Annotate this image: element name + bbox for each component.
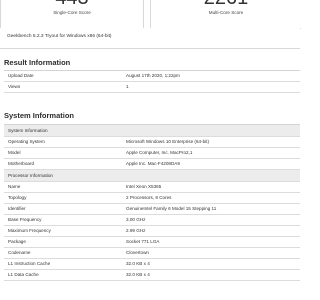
- row-value: 2 Processors, 8 Cores: [126, 195, 172, 200]
- row-key: Codename: [8, 250, 31, 255]
- single-core-score-label: Single-Core Score: [53, 10, 91, 15]
- table-row: Model Apple Computer, Inc. MacPro2,1: [4, 148, 300, 159]
- table-row: Name Intel Xeon X5365: [4, 182, 300, 193]
- multi-core-score-card: 2261 Multi-Core Score: [150, 0, 301, 29]
- row-key: Identifier: [8, 206, 26, 211]
- row-key: Upload Date: [8, 73, 34, 78]
- single-core-score-value: 443: [1, 0, 143, 8]
- table-row: Codename Clovertown: [4, 248, 300, 259]
- multi-core-score-value: 2261: [151, 0, 301, 8]
- row-key: Operating System: [8, 139, 45, 144]
- row-key: Topology: [8, 195, 27, 200]
- row-value: 3.00 GHz: [126, 217, 146, 222]
- multi-core-score-label: Multi-Core Score: [208, 10, 244, 15]
- row-key: L1 Instruction Cache: [8, 261, 51, 266]
- table-row: L1 Instruction Cache 32.0 KB x 4: [4, 259, 300, 270]
- score-row: 443 Single-Core Score 2261 Multi-Core Sc…: [0, 0, 301, 29]
- table-row: Motherboard Apple Inc. Mac-F4208DA9: [4, 159, 300, 170]
- row-key: L1 Data Cache: [8, 272, 39, 277]
- result-information-table: Upload Date August 17th 2020, 1:22pm Vie…: [4, 70, 300, 93]
- table-row: Operating System Microsoft Windows 10 En…: [4, 137, 300, 148]
- row-value: 2.99 GHz: [126, 228, 146, 233]
- row-value: 32.0 KB x 4: [126, 272, 150, 277]
- result-information-heading: Result Information: [4, 58, 71, 67]
- table-row: Package Socket 771 LGA: [4, 237, 300, 248]
- row-key: Views: [8, 84, 21, 89]
- section-title: Processor Information: [8, 173, 53, 178]
- row-value: Apple Inc. Mac-F4208DA9: [126, 161, 180, 166]
- system-information-table: System Information Operating System Micr…: [4, 124, 300, 281]
- row-value: 1: [126, 84, 129, 89]
- table-row: Maximum Frequency 2.99 GHz: [4, 226, 300, 237]
- table-row: Upload Date August 17th 2020, 1:22pm: [4, 71, 300, 82]
- table-row: Views 1: [4, 82, 300, 93]
- row-value: Apple Computer, Inc. MacPro2,1: [126, 150, 193, 155]
- table-row: Base Frequency 3.00 GHz: [4, 215, 300, 226]
- system-information-section-header: System Information: [4, 125, 300, 137]
- table-row: L1 Data Cache 32.0 KB x 4: [4, 270, 300, 281]
- row-key: Motherboard: [8, 161, 35, 166]
- row-value: GenuineIntel Family 6 Model 15 Stepping …: [126, 206, 217, 211]
- row-key: Name: [8, 184, 21, 189]
- tryout-box: Geekbench 5.2.3 Tryout for Windows x86 (…: [0, 28, 300, 49]
- row-value: August 17th 2020, 1:22pm: [126, 73, 180, 78]
- row-value: Intel Xeon X5365: [126, 184, 162, 189]
- row-key: Maximum Frequency: [8, 228, 51, 233]
- section-title: System Information: [8, 128, 48, 133]
- processor-information-section-header: Processor Information: [4, 170, 300, 182]
- table-row: Identifier GenuineIntel Family 6 Model 1…: [4, 204, 300, 215]
- row-value: Clovertown: [126, 250, 149, 255]
- system-information-heading: System Information: [4, 111, 75, 120]
- table-row: Topology 2 Processors, 8 Cores: [4, 193, 300, 204]
- row-value: 32.0 KB x 4: [126, 261, 150, 266]
- row-value: Socket 771 LGA: [126, 239, 160, 244]
- row-key: Base Frequency: [8, 217, 42, 222]
- row-key: Package: [8, 239, 26, 244]
- tryout-text: Geekbench 5.2.3 Tryout for Windows x86 (…: [7, 34, 112, 39]
- row-value: Microsoft Windows 10 Enterprise (64-bit): [126, 139, 209, 144]
- row-key: Model: [8, 150, 21, 155]
- single-core-score-card: 443 Single-Core Score: [0, 0, 144, 29]
